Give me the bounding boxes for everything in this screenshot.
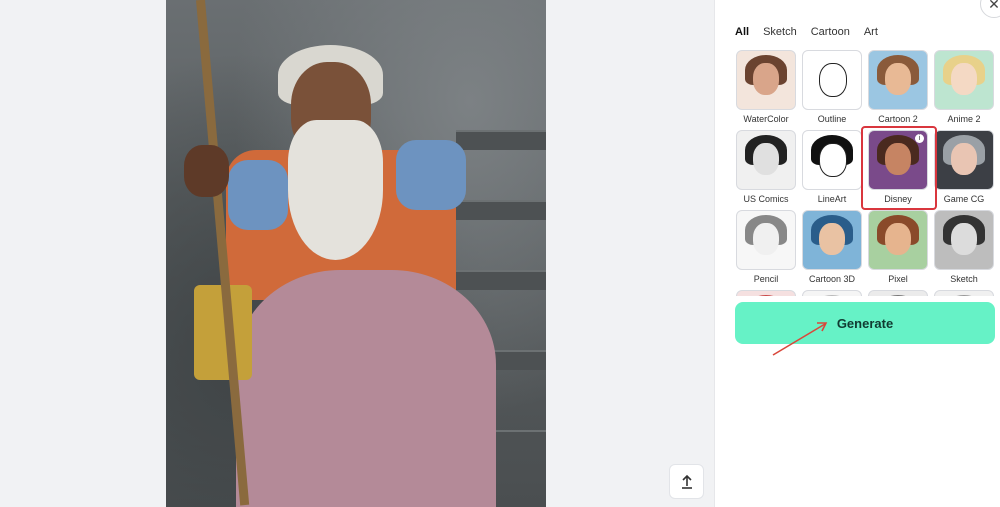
arrow-annotation [772, 322, 828, 356]
style-thumbnail [934, 50, 994, 110]
style-label: Anime 2 [947, 114, 981, 124]
style-label: Outline [817, 114, 847, 124]
style-option[interactable]: WaterColor [736, 50, 796, 124]
style-option[interactable]: LineArt [802, 130, 862, 204]
style-thumbnail [802, 50, 862, 110]
style-thumbnail [736, 130, 796, 190]
style-thumbnail [736, 210, 796, 270]
close-icon: ✕ [988, 0, 1000, 12]
style-thumbnail [736, 50, 796, 110]
tab-sketch[interactable]: Sketch [763, 26, 797, 38]
style-label: Pixel [888, 274, 908, 284]
style-option[interactable]: Game CG [934, 130, 994, 204]
style-option[interactable] [736, 290, 796, 296]
style-label: Cartoon 3D [808, 274, 856, 284]
tab-all[interactable]: All [735, 26, 749, 38]
upload-icon [681, 474, 692, 489]
tab-art[interactable]: Art [864, 26, 878, 38]
style-thumbnail [802, 130, 862, 190]
style-option[interactable]: Pixel [868, 210, 928, 284]
generate-label: Generate [836, 315, 894, 331]
style-option[interactable]: Anime 2 [934, 50, 994, 124]
style-option[interactable]: Cartoon 2 [868, 50, 928, 124]
style-thumbnail [934, 290, 994, 296]
style-tabs: All Sketch Cartoon Art [735, 26, 892, 38]
style-label: Cartoon 2 [878, 114, 918, 124]
style-thumbnail [802, 210, 862, 270]
style-label: Game CG [943, 194, 985, 204]
style-option[interactable]: Outline [802, 50, 862, 124]
style-label: WaterColor [743, 114, 789, 124]
tab-cartoon[interactable]: Cartoon [811, 26, 850, 38]
style-option[interactable]: Sketch [934, 210, 994, 284]
selected-style-highlight [861, 126, 937, 210]
uploaded-photo [166, 0, 546, 507]
style-label: Sketch [950, 274, 978, 284]
style-thumbnail [802, 290, 862, 296]
image-canvas [0, 0, 714, 507]
upload-button[interactable] [669, 464, 704, 499]
style-option[interactable] [802, 290, 862, 296]
style-option[interactable]: Cartoon 3D [802, 210, 862, 284]
style-thumbnail [868, 290, 928, 296]
style-thumbnail [868, 50, 928, 110]
style-thumbnail [934, 210, 994, 270]
style-option[interactable]: Pencil [736, 210, 796, 284]
style-thumbnail [868, 210, 928, 270]
style-option[interactable]: US Comics [736, 130, 796, 204]
style-option[interactable] [868, 290, 928, 296]
style-label: Pencil [753, 274, 779, 284]
style-thumbnail [736, 290, 796, 296]
style-label: US Comics [743, 194, 789, 204]
style-option[interactable] [934, 290, 994, 296]
style-label: LineArt [817, 194, 847, 204]
style-thumbnail [934, 130, 994, 190]
